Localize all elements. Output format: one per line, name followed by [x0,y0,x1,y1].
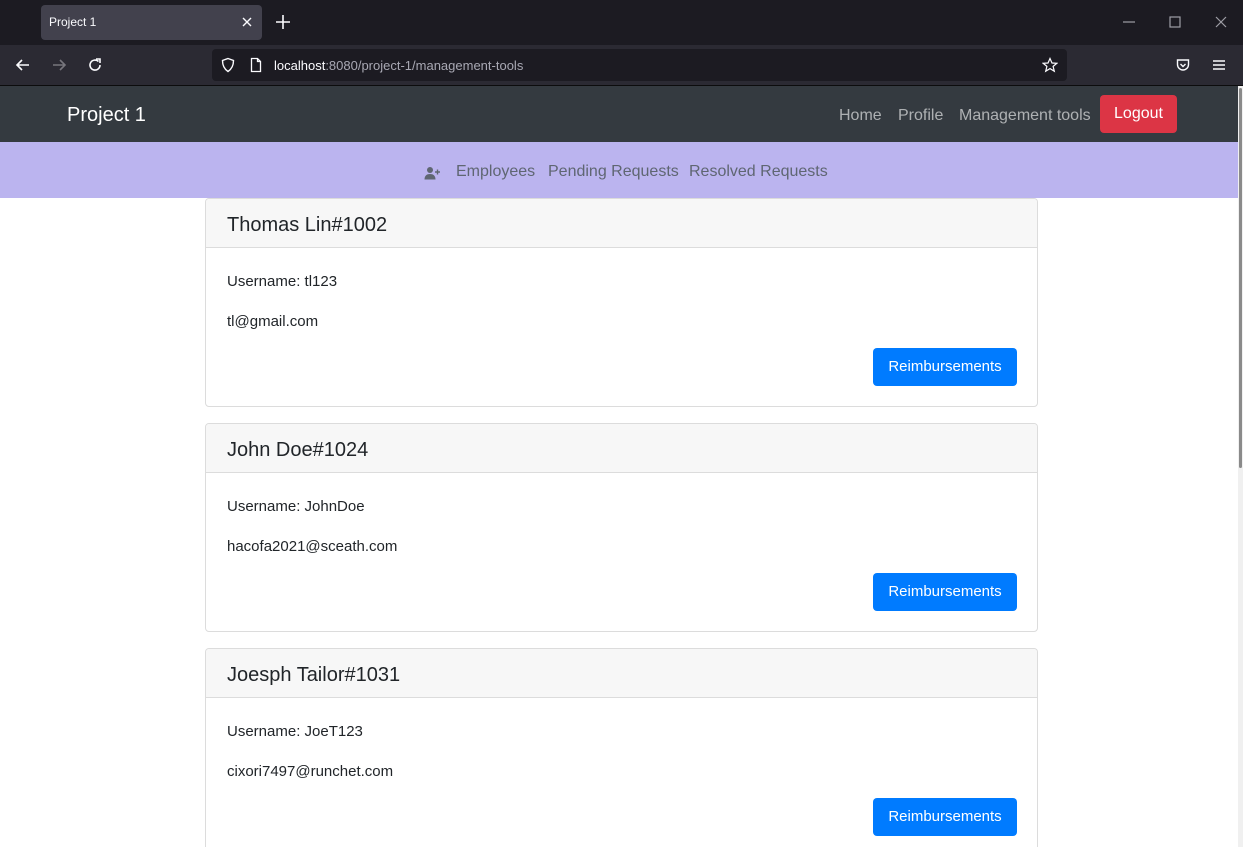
pocket-icon[interactable] [1175,57,1191,73]
employee-card-body: Username: JoeT123 cixori7497@runchet.com… [206,698,1037,847]
bookmark-star-icon[interactable] [1042,57,1058,73]
employee-card: Joesph Tailor#1031 Username: JoeT123 cix… [205,648,1038,847]
nav-link-profile[interactable]: Profile [898,107,943,125]
tab-title: Project 1 [49,15,97,29]
employee-username: Username: JoeT123 [227,723,363,740]
new-tab-icon[interactable] [274,13,292,31]
subnav-pending-requests[interactable]: Pending Requests [548,163,679,181]
employee-card-title: Joesph Tailor#1031 [206,649,1037,698]
employee-card-title: Thomas Lin#1002 [206,199,1037,248]
brand-title[interactable]: Project 1 [67,104,146,127]
close-tab-icon[interactable] [239,14,255,30]
employee-card: John Doe#1024 Username: JohnDoe hacofa20… [205,423,1038,632]
employee-email: tl@gmail.com [227,313,319,330]
employee-email: cixori7497@runchet.com [227,763,394,780]
employee-email: hacofa2021@sceath.com [227,538,398,555]
subnav-employees[interactable]: Employees [456,163,535,181]
employee-card-title: John Doe#1024 [206,424,1037,473]
employee-username: Username: JohnDoe [227,498,365,515]
employee-card-body: Username: tl123 tl@gmail.com Reimburseme… [206,248,1037,406]
url-path: :8080/project-1/management-tools [325,58,524,73]
logout-button[interactable]: Logout [1100,95,1177,133]
browser-toolbar: localhost:8080/project-1/management-tool… [0,45,1243,86]
employee-card: Thomas Lin#1002 Username: tl123 tl@gmail… [205,198,1038,407]
menu-icon[interactable] [1211,57,1227,73]
close-window-icon[interactable] [1213,14,1229,30]
reimbursements-button[interactable]: Reimbursements [873,573,1017,611]
nav-link-management-tools[interactable]: Management tools [959,107,1091,125]
browser-tab[interactable]: Project 1 [41,5,262,40]
page-icon[interactable] [248,57,264,73]
url-bar[interactable]: localhost:8080/project-1/management-tool… [212,49,1067,81]
forward-icon[interactable] [51,57,67,73]
shield-icon[interactable] [220,57,236,73]
url-host: localhost [274,58,326,73]
employee-card-body: Username: JohnDoe hacofa2021@sceath.com … [206,473,1037,631]
management-subnav: Employees Pending Requests Resolved Requ… [0,142,1243,198]
maximize-icon[interactable] [1167,14,1183,30]
reload-icon[interactable] [87,57,103,73]
browser-tab-strip: Project 1 [0,0,1243,45]
subnav-resolved-requests[interactable]: Resolved Requests [689,163,828,181]
nav-link-home[interactable]: Home [839,107,882,125]
add-user-icon[interactable] [424,166,440,180]
minimize-icon[interactable] [1121,14,1137,30]
url-text[interactable]: localhost:8080/project-1/management-tool… [274,58,523,73]
reimbursements-button[interactable]: Reimbursements [873,798,1017,836]
app-navbar: Project 1 Home Profile Management tools … [0,86,1243,142]
employee-username: Username: tl123 [227,273,338,290]
scrollbar-thumb[interactable] [1239,88,1242,468]
back-icon[interactable] [15,57,31,73]
reimbursements-button[interactable]: Reimbursements [873,348,1017,386]
